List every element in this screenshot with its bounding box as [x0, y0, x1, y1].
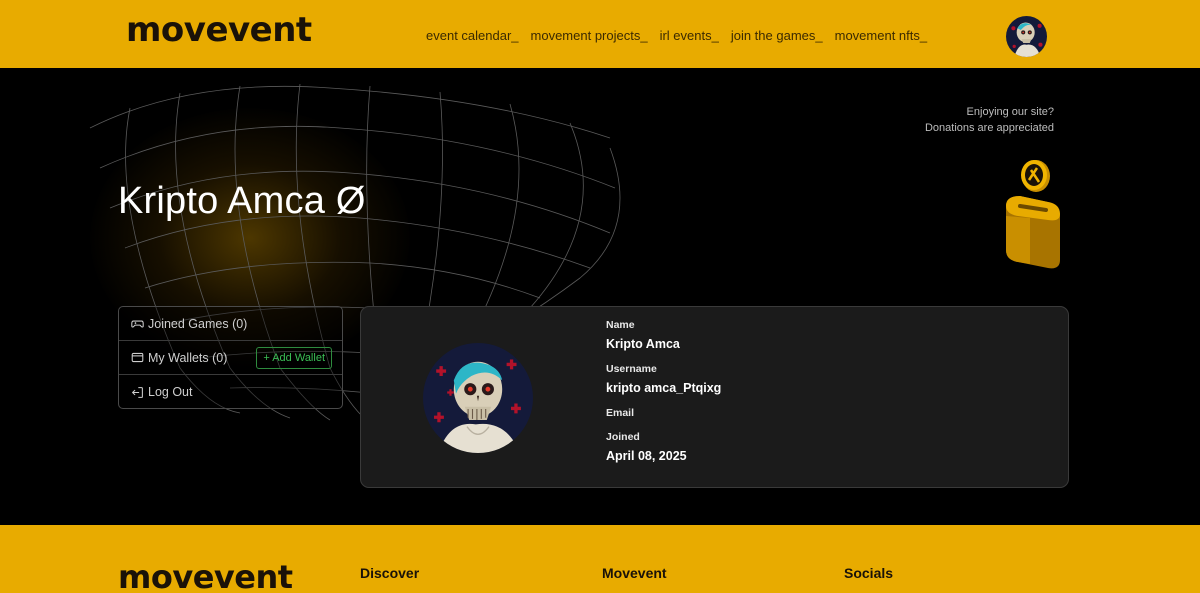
logo-text: movevent [126, 10, 312, 50]
menu-my-wallets[interactable]: My Wallets (0) + Add Wallet [119, 341, 342, 375]
movevent-logo[interactable]: movevent [126, 12, 312, 48]
username-label: Username [606, 363, 657, 375]
gamepad-icon [130, 317, 144, 331]
menu-joined-games[interactable]: Joined Games (0) [119, 307, 342, 341]
footer-logo[interactable]: movevent [118, 559, 293, 593]
donation-line-1: Enjoying our site? [966, 106, 1054, 118]
name-label: Name [606, 319, 635, 331]
wallet-icon [130, 351, 144, 365]
footer-heading-movevent: Movevent [602, 565, 667, 581]
menu-log-out-label: Log Out [148, 385, 193, 399]
nav-movement-projects[interactable]: movement projects_ [531, 28, 648, 44]
profile-card: Name Kripto Amca Username kripto amca_Pt… [360, 306, 1069, 488]
profile-avatar [423, 343, 533, 453]
name-value: Kripto Amca [606, 337, 680, 351]
user-avatar[interactable] [1006, 16, 1047, 57]
menu-my-wallets-label: My Wallets (0) [148, 350, 228, 365]
footer-heading-discover: Discover [360, 565, 420, 581]
profile-hero: Kripto Amca Ø Enjoying our site? Donatio… [0, 68, 1200, 525]
logout-icon [130, 385, 144, 399]
main-nav: event calendar_ movement projects_ irl e… [426, 28, 927, 44]
footer-heading-socials: Socials [844, 565, 894, 581]
donation-prompt: Enjoying our site? Donations are appreci… [925, 104, 1054, 136]
menu-log-out[interactable]: Log Out [119, 375, 342, 409]
add-wallet-button[interactable]: + Add Wallet [256, 347, 332, 369]
profile-menu: Joined Games (0) My Wallets (0) + Add Wa… [118, 306, 343, 409]
joined-label: Joined [606, 431, 640, 443]
site-header: movevent event calendar_ movement projec… [0, 0, 1200, 68]
donation-coin-bank-icon[interactable] [1000, 156, 1066, 274]
nav-join-the-games[interactable]: join the games_ [731, 28, 823, 44]
nav-event-calendar[interactable]: event calendar_ [426, 28, 519, 44]
donation-line-2: Donations are appreciated [924, 122, 1054, 134]
site-footer: movevent Discover Movevent Socials [0, 525, 1200, 593]
footer-logo-text: movevent [118, 558, 293, 593]
profile-title: Kripto Amca Ø [118, 180, 366, 222]
nav-movement-nfts[interactable]: movement nfts_ [835, 28, 928, 44]
email-label: Email [606, 407, 635, 419]
joined-value: April 08, 2025 [606, 449, 687, 463]
nav-irl-events[interactable]: irl events_ [660, 28, 719, 44]
username-value: kripto amca_Ptqixg [606, 381, 722, 395]
menu-joined-games-label: Joined Games (0) [148, 316, 248, 331]
